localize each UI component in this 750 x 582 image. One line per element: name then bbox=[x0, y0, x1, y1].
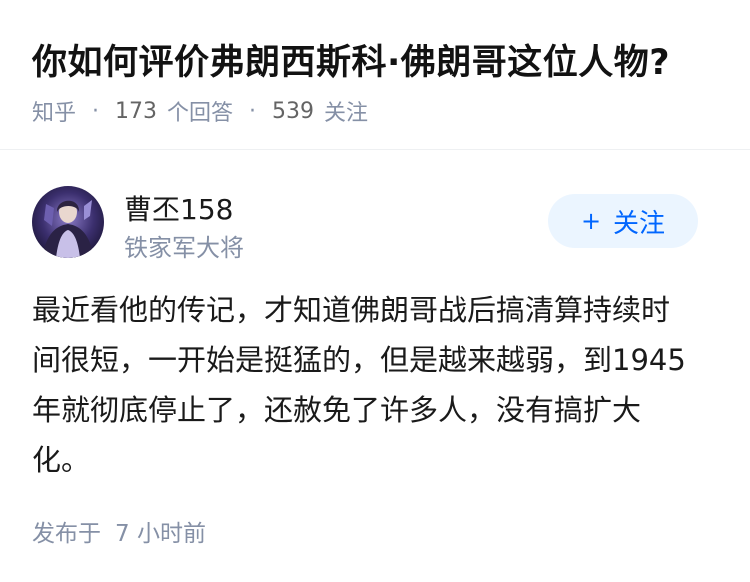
question-meta: 知乎 · 173 个回答 · 539 关注 bbox=[32, 95, 368, 127]
source-label[interactable]: 知乎 bbox=[32, 95, 76, 127]
published-label: 发布于 bbox=[32, 521, 101, 547]
separator-dot: · bbox=[249, 98, 257, 124]
follow-count-label[interactable]: 关注 bbox=[324, 95, 368, 127]
plus-icon: + bbox=[580, 207, 602, 235]
answer-line: 最近看他的传记，才知道佛朗哥战后搞清算持续时 bbox=[32, 293, 671, 327]
answer-content[interactable]: 最近看他的传记，才知道佛朗哥战后搞清算持续时 间很短，一开始是挺猛的，但是越来越… bbox=[32, 285, 712, 485]
answer-count-label[interactable]: 个回答 bbox=[167, 95, 233, 127]
answer-count: 173 bbox=[115, 98, 158, 124]
separator-dot: · bbox=[92, 98, 100, 124]
author-badge: 铁家军大将 bbox=[124, 234, 244, 262]
follow-button[interactable]: + 关注 bbox=[548, 194, 698, 248]
published-time: 7 小时前 bbox=[115, 521, 206, 547]
question-title[interactable]: 你如何评价弗朗西斯科·佛朗哥这位人物? bbox=[32, 34, 670, 85]
avatar[interactable] bbox=[32, 186, 104, 258]
avatar-image bbox=[32, 186, 104, 258]
author-name[interactable]: 曹丕158 bbox=[124, 188, 233, 228]
follow-button-label: 关注 bbox=[613, 208, 666, 239]
answer-line: 年就彻底停止了，还赦免了许多人，没有搞扩大 bbox=[32, 393, 642, 427]
answer-line: 间很短，一开始是挺猛的，但是越来越弱，到1945 bbox=[32, 343, 686, 377]
follow-count: 539 bbox=[272, 98, 315, 124]
answer-line: 化。 bbox=[32, 443, 91, 477]
question-header: 你如何评价弗朗西斯科·佛朗哥这位人物? 知乎 · 173 个回答 · 539 关… bbox=[0, 0, 750, 150]
publish-info: 发布于 7 小时前 bbox=[32, 514, 206, 548]
